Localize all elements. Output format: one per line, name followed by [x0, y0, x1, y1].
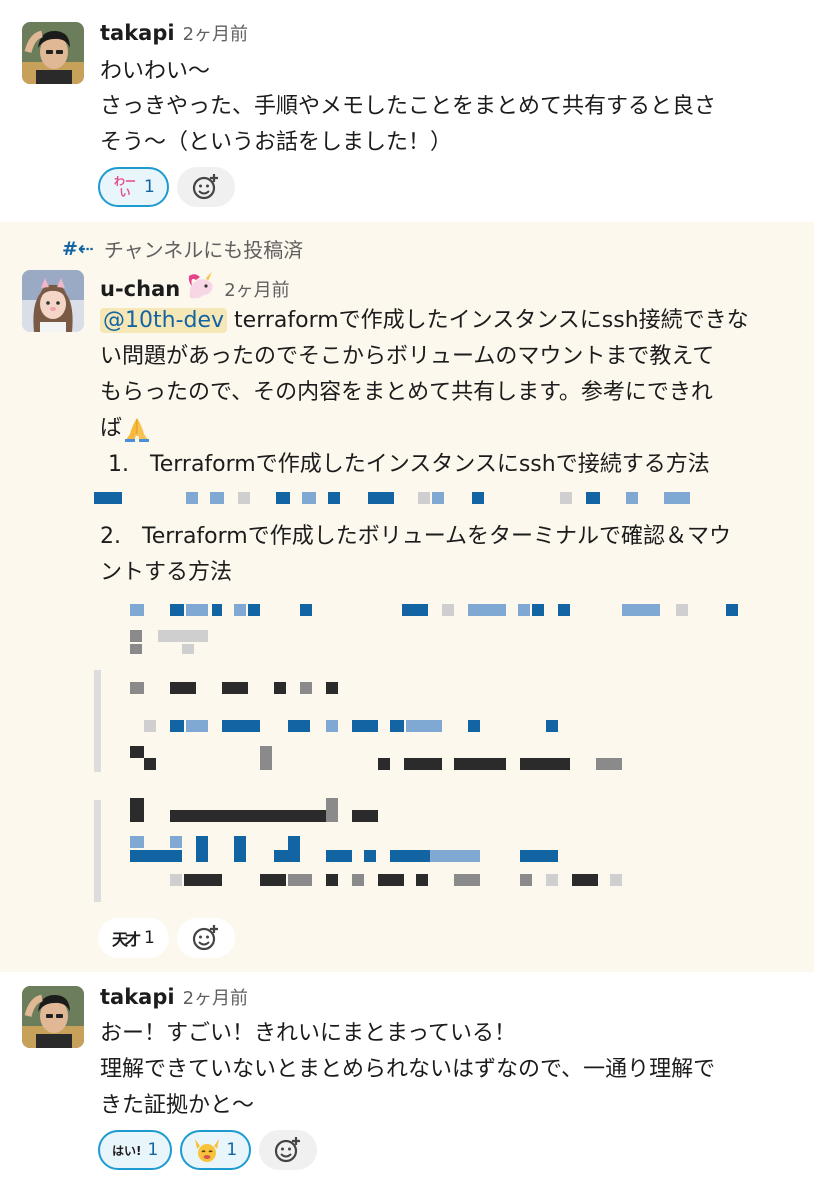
message-line: ば: [100, 414, 152, 444]
user-name[interactable]: u-chan: [100, 277, 180, 301]
wai-emoji-icon: わーい: [114, 175, 136, 199]
add-emoji-icon: [192, 925, 218, 951]
reaction-count: 1: [144, 928, 155, 948]
reaction-count: 1: [144, 177, 155, 197]
add-reaction-button[interactable]: [176, 167, 235, 207]
message-line: そう〜（というお話をしました！）: [100, 130, 453, 155]
message-header: takapi 2ヶ月前: [100, 20, 248, 50]
add-reaction-button[interactable]: [176, 918, 235, 958]
avatar-takapi[interactable]: [22, 986, 84, 1048]
user-name[interactable]: takapi: [100, 985, 175, 1009]
context-text[interactable]: チャンネルにも投稿済: [104, 234, 303, 263]
reaction-count: 1: [147, 1140, 159, 1160]
message-line: い問題があったのでそこからボリュームのマウントまで教えて: [100, 344, 715, 369]
list-text: Terraformで作成したボリュームをターミナルで確認＆マウ: [142, 524, 732, 549]
message-line: さっきやった、手順やメモしたことをまとめて共有すると良さ: [100, 94, 717, 119]
message-text: terraformで作成したインスタンスにssh接続できな: [234, 308, 749, 333]
message-line: きた証拠かと〜: [100, 1093, 255, 1118]
list-number: 2.: [100, 524, 121, 549]
message-line: わいわい〜: [100, 59, 211, 84]
list-item: 1. Terraformで作成したインスタンスにsshで接続する方法: [108, 450, 710, 480]
list-number: 1.: [108, 452, 129, 477]
timestamp[interactable]: 2ヶ月前: [183, 984, 248, 1010]
list-item-continuation: ントする方法: [100, 560, 233, 585]
timestamp[interactable]: 2ヶ月前: [224, 276, 289, 302]
banzai-emoji-icon: [194, 1137, 220, 1163]
hai-emoji-icon: はい!: [112, 1143, 142, 1158]
reaction-tensai[interactable]: 天才 1: [98, 918, 169, 958]
message-line: @10th-dev terraformで作成したインスタンスにssh接続できな: [100, 306, 749, 336]
hash-arrow-icon: #⇠: [62, 237, 94, 260]
message-line: もらったので、その内容をまとめて共有します。参考にできれ: [100, 380, 713, 405]
blurred-quote: [0, 670, 814, 780]
reaction-hai[interactable]: はい! 1: [98, 1130, 173, 1170]
mention-link[interactable]: @10th-dev: [100, 308, 228, 333]
message-takapi-1: takapi 2ヶ月前 わいわい〜 さっきやった、手順やメモしたことをまとめて共…: [0, 0, 814, 222]
message-line: おー！すごい！きれいにまとまっている！: [100, 1021, 517, 1046]
reaction-count: 1: [226, 1140, 238, 1160]
avatar-takapi[interactable]: [22, 22, 84, 84]
reaction-bar: 天才 1: [98, 918, 235, 958]
message-u-chan: #⇠ チャンネルにも投稿済 u-chan 2ヶ月前 @10th-dev terr…: [0, 222, 814, 972]
channel-context: #⇠ チャンネルにも投稿済: [62, 234, 303, 263]
unicorn-emoji-icon: [186, 272, 216, 300]
message-takapi-2: takapi 2ヶ月前 おー！すごい！きれいにまとまっている！ 理解できていない…: [0, 972, 814, 1200]
add-emoji-icon: [275, 1137, 301, 1163]
reaction-bar: はい! 1 1: [98, 1130, 318, 1170]
add-reaction-button[interactable]: [259, 1130, 318, 1170]
list-text: Terraformで作成したインスタンスにsshで接続する方法: [150, 452, 710, 477]
timestamp[interactable]: 2ヶ月前: [183, 20, 248, 46]
message-text: ば: [100, 416, 123, 441]
reaction-bar: わーい 1: [98, 167, 235, 207]
list-item: 2. Terraformで作成したボリュームをターミナルで確認＆マウ: [100, 522, 731, 552]
tensai-emoji-icon: 天才: [112, 930, 141, 949]
blurred-text: [0, 630, 814, 660]
user-name[interactable]: takapi: [100, 21, 175, 45]
avatar-u-chan[interactable]: [22, 270, 84, 332]
add-emoji-icon: [192, 174, 218, 200]
blurred-quote: [0, 798, 814, 908]
message-header: u-chan 2ヶ月前: [100, 268, 290, 301]
reaction-wai[interactable]: わーい 1: [98, 167, 169, 207]
blurred-link[interactable]: [0, 492, 814, 508]
reaction-banzai[interactable]: 1: [180, 1130, 252, 1170]
pray-emoji-icon: [122, 414, 152, 444]
message-header: takapi 2ヶ月前: [100, 984, 248, 1014]
blurred-link[interactable]: [0, 604, 814, 620]
message-line: 理解できていないとまとめられないはずなので、一通り理解で: [100, 1057, 716, 1082]
